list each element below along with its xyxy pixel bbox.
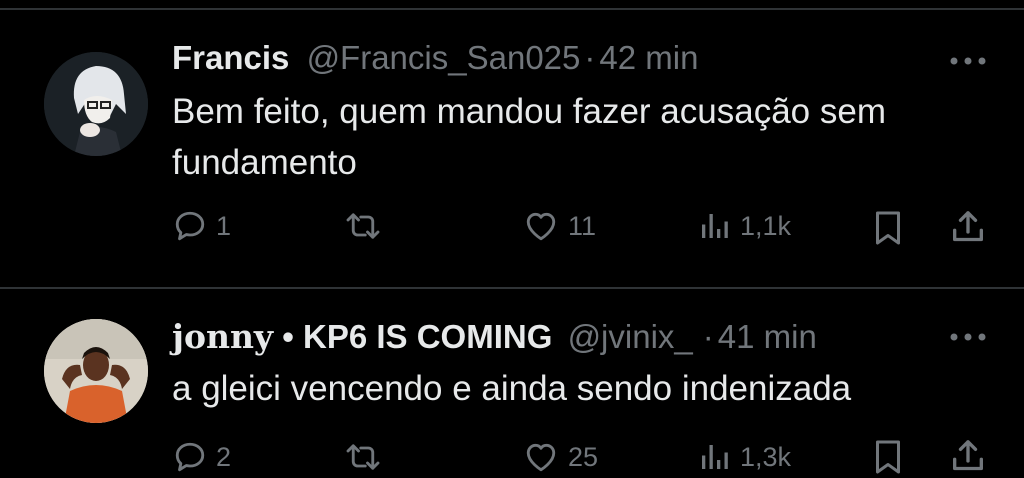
tweet-header: jonny • KP6 IS COMING @jvinix_ · 41 min [172,317,817,357]
handle[interactable]: @jvinix_ [568,318,693,355]
more-options-button[interactable] [948,330,988,342]
views-chart-icon [702,214,728,238]
tweet-text: Bem feito, quem mandou fazer acusação se… [172,92,886,182]
more-dots-icon [950,333,986,341]
bookmark-button[interactable] [870,437,906,477]
reply-icon [175,442,205,472]
anime-character-avatar-icon [44,52,148,156]
view-count: 1,3k [740,441,792,472]
person-photo-avatar-icon [44,319,148,423]
reply-count: 1 [216,210,232,241]
reply-icon [175,211,205,241]
timestamp[interactable]: 41 min [718,318,817,355]
tweet-francis[interactable]: Francis @Francis_San025 · 42 min Bem feito… [0,0,1024,285]
heart-icon [526,212,556,241]
share-icon [953,211,983,242]
more-dots-icon [950,57,986,65]
reply-button[interactable]: 1 [172,208,231,244]
bookmark-icon [876,211,900,245]
views-chart-icon [702,445,728,469]
heart-icon [526,443,556,472]
share-icon [953,440,983,471]
more-options-button[interactable] [948,54,988,66]
like-button[interactable]: 11 [522,208,596,244]
separator: · [584,39,596,76]
share-button[interactable] [948,207,988,247]
display-name-part2[interactable]: • KP6 IS COMING [282,318,552,355]
share-button[interactable] [948,436,988,476]
handle[interactable]: @Francis_San025 [307,39,581,76]
reply-button[interactable]: 2 [172,439,231,475]
retweet-button[interactable] [343,439,391,475]
views-button[interactable]: 1,1k [696,208,791,244]
bookmark-button[interactable] [870,208,906,248]
like-count: 25 [568,441,599,472]
view-count: 1,1k [740,210,792,241]
like-count: 11 [568,210,597,241]
display-name-part1[interactable]: jonny [172,317,273,356]
bookmark-icon [876,440,900,474]
tweet-header: Francis @Francis_San025 · 42 min [172,38,698,78]
separator: · [702,318,714,355]
display-name[interactable]: Francis [172,39,289,76]
views-button[interactable]: 1,3k [696,439,791,475]
retweet-icon [346,444,380,470]
reply-count: 2 [216,441,232,472]
retweet-button[interactable] [343,208,391,244]
tweet-jonny[interactable]: jonny • KP6 IS COMING @jvinix_ · 41 min a … [0,289,1024,478]
timestamp[interactable]: 42 min [599,39,698,76]
like-button[interactable]: 25 [522,439,598,475]
avatar[interactable] [44,52,148,156]
tweet-text: a gleici vencendo e ainda sendo indeniza… [172,369,852,408]
retweet-icon [346,213,380,239]
avatar[interactable] [44,319,148,423]
